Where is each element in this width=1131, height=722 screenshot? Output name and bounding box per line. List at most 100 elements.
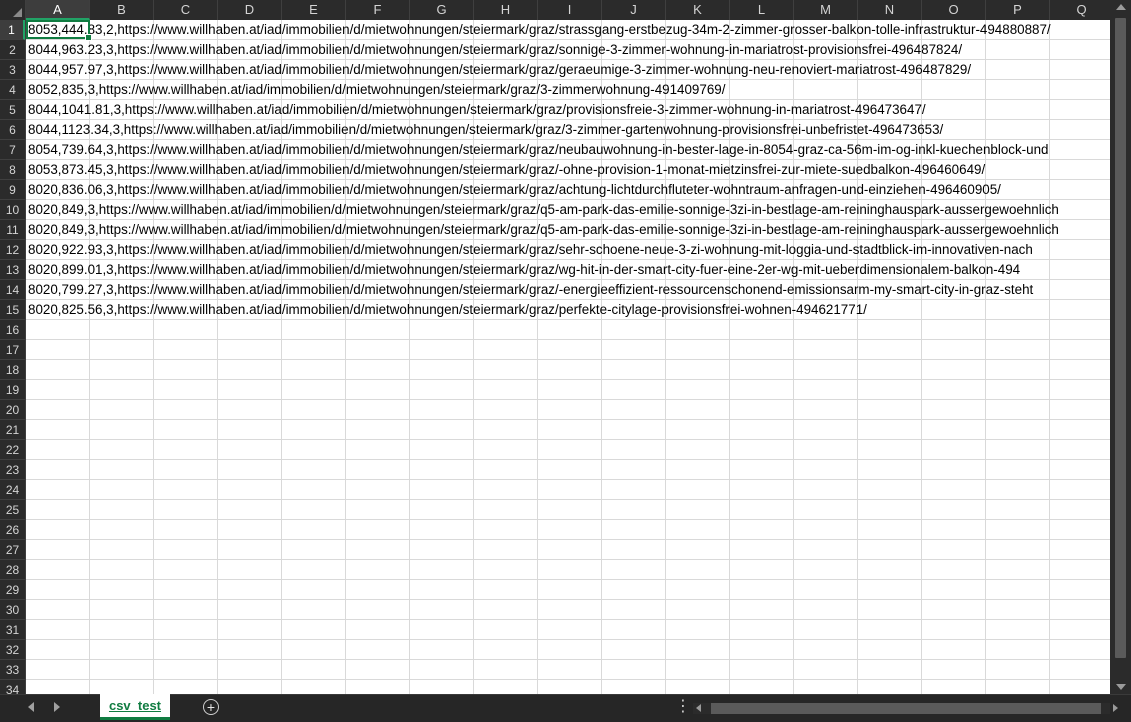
row-header-14[interactable]: 14	[0, 280, 25, 300]
row-header-8[interactable]: 8	[0, 160, 25, 180]
column-header-g[interactable]: G	[410, 0, 474, 20]
row-header-34[interactable]: 34	[0, 680, 25, 694]
cell-a1[interactable]: 8053,444.83,2,https://www.willhaben.at/i…	[26, 20, 1051, 40]
column-header-h[interactable]: H	[474, 0, 538, 20]
row-header-26[interactable]: 26	[0, 520, 25, 540]
column-gridline	[985, 20, 986, 694]
column-header-n[interactable]: N	[858, 0, 922, 20]
cell-a10[interactable]: 8020,849,3,https://www.willhaben.at/iad/…	[26, 200, 1059, 220]
row-header-30[interactable]: 30	[0, 600, 25, 620]
cell-a4[interactable]: 8052,835,3,https://www.willhaben.at/iad/…	[26, 80, 725, 100]
row-gridline	[26, 399, 1110, 400]
row-gridline	[26, 519, 1110, 520]
row-header-1[interactable]: 1	[0, 20, 25, 40]
row-header-15[interactable]: 15	[0, 300, 25, 320]
row-header-7[interactable]: 7	[0, 140, 25, 160]
cell-a11[interactable]: 8020,849,3,https://www.willhaben.at/iad/…	[26, 220, 1059, 240]
row-header-2[interactable]: 2	[0, 40, 25, 60]
row-header-9[interactable]: 9	[0, 180, 25, 200]
row-header-32[interactable]: 32	[0, 640, 25, 660]
vertical-scroll-thumb[interactable]	[1115, 18, 1126, 658]
row-header-21[interactable]: 21	[0, 420, 25, 440]
cell-a3[interactable]: 8044,957.97,3,https://www.willhaben.at/i…	[26, 60, 971, 80]
row-gridline	[26, 359, 1110, 360]
row-header-29[interactable]: 29	[0, 580, 25, 600]
column-header-d[interactable]: D	[218, 0, 282, 20]
row-gridline	[26, 379, 1110, 380]
row-header-18[interactable]: 18	[0, 360, 25, 380]
scroll-right-icon[interactable]	[1113, 704, 1118, 712]
column-header-e[interactable]: E	[282, 0, 346, 20]
worksheet-grid[interactable]: 8053,444.83,2,https://www.willhaben.at/i…	[26, 20, 1110, 694]
row-header-22[interactable]: 22	[0, 440, 25, 460]
row-header-3[interactable]: 3	[0, 60, 25, 80]
row-header-19[interactable]: 19	[0, 380, 25, 400]
row-header-25[interactable]: 25	[0, 500, 25, 520]
row-gridline	[26, 479, 1110, 480]
column-header-k[interactable]: K	[666, 0, 730, 20]
column-header-f[interactable]: F	[346, 0, 410, 20]
row-gridline	[26, 439, 1110, 440]
scroll-left-icon[interactable]	[696, 704, 701, 712]
column-header-bar: ABCDEFGHIJKLMNOPQ	[0, 0, 1114, 21]
column-header-i[interactable]: I	[538, 0, 602, 20]
column-header-p[interactable]: P	[986, 0, 1050, 20]
row-gridline	[26, 499, 1110, 500]
vertical-scrollbar[interactable]	[1110, 0, 1131, 694]
column-header-b[interactable]: B	[90, 0, 154, 20]
add-sheet-button[interactable]: +	[203, 699, 219, 715]
cell-a2[interactable]: 8044,963.23,3,https://www.willhaben.at/i…	[26, 40, 962, 60]
row-header-20[interactable]: 20	[0, 400, 25, 420]
row-header-33[interactable]: 33	[0, 660, 25, 680]
cell-a14[interactable]: 8020,799.27,3,https://www.willhaben.at/i…	[26, 280, 1033, 300]
row-header-24[interactable]: 24	[0, 480, 25, 500]
sheet-tab-csv-test[interactable]: csv_test	[100, 694, 170, 720]
row-header-10[interactable]: 10	[0, 200, 25, 220]
previous-sheet-icon[interactable]	[28, 702, 34, 712]
scroll-up-icon[interactable]	[1116, 4, 1126, 10]
column-header-l[interactable]: L	[730, 0, 794, 20]
cell-a7[interactable]: 8054,739.64,3,https://www.willhaben.at/i…	[26, 140, 1048, 160]
row-gridline	[26, 599, 1110, 600]
row-header-28[interactable]: 28	[0, 560, 25, 580]
column-header-j[interactable]: J	[602, 0, 666, 20]
next-sheet-icon[interactable]	[54, 702, 60, 712]
horizontal-scroll-thumb[interactable]	[711, 703, 1101, 714]
column-header-o[interactable]: O	[922, 0, 986, 20]
column-header-m[interactable]: M	[794, 0, 858, 20]
column-header-a[interactable]: A	[26, 0, 90, 20]
row-header-11[interactable]: 11	[0, 220, 25, 240]
cell-a6[interactable]: 8044,1123.34,3,https://www.willhaben.at/…	[26, 120, 943, 140]
row-header-13[interactable]: 13	[0, 260, 25, 280]
row-gridline	[26, 339, 1110, 340]
cell-a15[interactable]: 8020,825.56,3,https://www.willhaben.at/i…	[26, 300, 867, 320]
column-header-q[interactable]: Q	[1050, 0, 1114, 20]
row-gridline	[26, 659, 1110, 660]
row-header-12[interactable]: 12	[0, 240, 25, 260]
row-header-27[interactable]: 27	[0, 540, 25, 560]
scroll-down-icon[interactable]	[1116, 684, 1126, 690]
select-all-button[interactable]	[0, 0, 26, 20]
horizontal-scrollbar[interactable]	[693, 703, 1118, 714]
row-header-16[interactable]: 16	[0, 320, 25, 340]
cell-a8[interactable]: 8053,873.45,3,https://www.willhaben.at/i…	[26, 160, 985, 180]
row-header-23[interactable]: 23	[0, 460, 25, 480]
row-header-6[interactable]: 6	[0, 120, 25, 140]
more-options-icon[interactable]: ⋮	[675, 698, 691, 716]
row-gridline	[26, 639, 1110, 640]
cell-a9[interactable]: 8020,836.06,3,https://www.willhaben.at/i…	[26, 180, 1001, 200]
cell-a5[interactable]: 8044,1041.81,3,https://www.willhaben.at/…	[26, 100, 926, 120]
row-gridline	[26, 619, 1110, 620]
row-header-17[interactable]: 17	[0, 340, 25, 360]
row-gridline	[26, 419, 1110, 420]
cell-a12[interactable]: 8020,922.93,3,https://www.willhaben.at/i…	[26, 240, 1033, 260]
row-gridline	[26, 579, 1110, 580]
column-header-c[interactable]: C	[154, 0, 218, 20]
row-gridline	[26, 679, 1110, 680]
column-gridline	[1049, 20, 1050, 694]
row-header-4[interactable]: 4	[0, 80, 25, 100]
active-cell-A1[interactable]	[26, 20, 92, 41]
cell-a13[interactable]: 8020,899.01,3,https://www.willhaben.at/i…	[26, 260, 1020, 280]
row-header-31[interactable]: 31	[0, 620, 25, 640]
row-header-5[interactable]: 5	[0, 100, 25, 120]
